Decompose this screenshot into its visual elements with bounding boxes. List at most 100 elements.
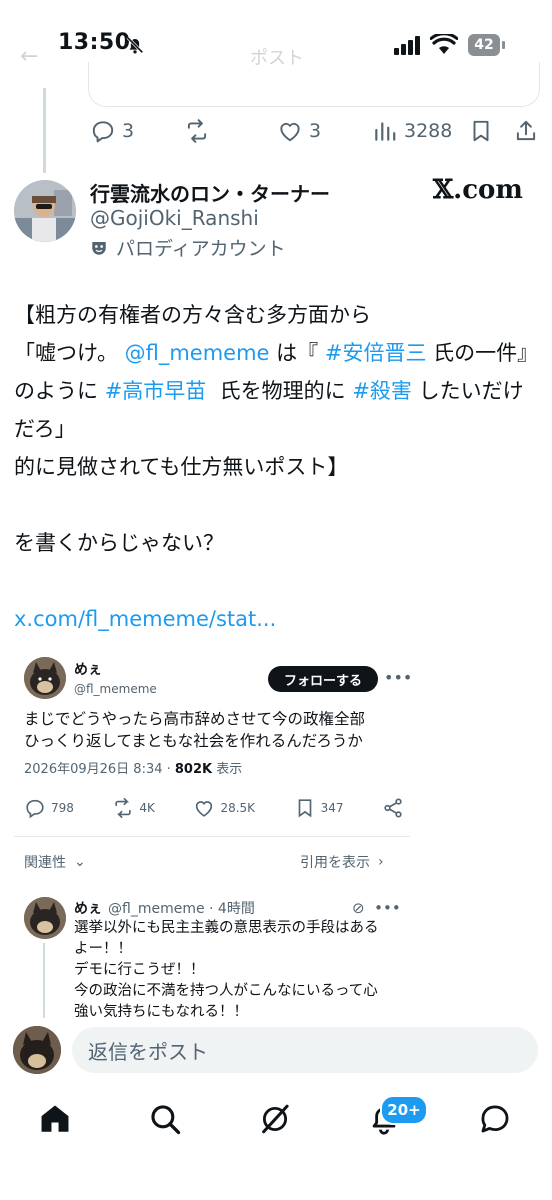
heart-icon	[196, 801, 213, 817]
repost-button[interactable]	[184, 118, 210, 144]
bookmark-button[interactable]	[468, 118, 494, 144]
repost-icon	[115, 798, 132, 818]
battery-tip	[502, 41, 505, 49]
post-text-a: 「嘘つけ。	[14, 341, 125, 365]
reply-count: 3	[122, 120, 135, 142]
quoted-bookmark-count: 347	[320, 801, 344, 815]
dog-avatar-image	[13, 1026, 61, 1074]
post-line-1: 【粗方の有権者の方々含む多方面から	[14, 303, 371, 327]
quoted-like-count: 28.5K	[220, 801, 256, 815]
nav-grok[interactable]	[258, 1102, 292, 1140]
home-indicator	[0, 1176, 552, 1200]
nav-messages[interactable]	[478, 1102, 512, 1140]
share-button[interactable]	[513, 118, 539, 144]
hashtag-link-2[interactable]: #高市早苗	[105, 379, 207, 403]
my-avatar[interactable]	[13, 1026, 61, 1074]
quoted-repost: 4K	[112, 797, 155, 819]
grok-icon	[262, 1104, 289, 1134]
chat-bubble-icon	[481, 1105, 509, 1133]
bookmark-icon	[473, 120, 489, 142]
ghost-back-arrow: ←	[20, 44, 39, 69]
like-count: 3	[309, 120, 322, 142]
views-button[interactable]: 3288	[372, 118, 452, 144]
parody-label: パロディアカウント	[90, 234, 286, 261]
search-icon	[151, 1105, 181, 1135]
quoted-reply: 798	[24, 797, 74, 819]
post-text-b: は『	[269, 341, 325, 365]
author-name[interactable]: 行雲流水のロン・ターナー	[90, 178, 330, 207]
post-url-link[interactable]: x.com/fl_mememe/stat...	[14, 607, 276, 631]
post-line-4: を書くからじゃない？	[14, 531, 224, 555]
nav-search[interactable]	[148, 1102, 182, 1140]
bookmark-icon	[298, 799, 311, 818]
previous-post-card	[88, 62, 540, 107]
bell-slash-icon	[124, 34, 146, 60]
post-text-d: 氏を物理的に	[206, 379, 353, 403]
quoted-name: めぇ	[74, 662, 102, 678]
quoted-sort: 関連性 ⌄	[24, 852, 86, 872]
quoted-views-label: 表示	[212, 762, 243, 777]
reply-button[interactable]: 3	[90, 118, 134, 144]
quoted-bookmark: 347	[294, 797, 344, 819]
quoted-thread-line	[43, 943, 45, 1018]
quoted-share	[382, 797, 404, 819]
wifi-icon	[429, 32, 459, 60]
reply-icon	[26, 799, 44, 819]
home-icon	[41, 1105, 69, 1132]
heart-icon	[280, 122, 300, 142]
previous-post-actions: 3 3 3288	[0, 114, 552, 150]
share-nodes-icon	[384, 798, 402, 818]
post-body: 【粗方の有権者の方々含む多方面から 「嘘つけ。 @fl_mememe は『 #安…	[14, 296, 534, 638]
author-handle[interactable]: @GojiOki_Ranshi	[90, 206, 259, 230]
repost-icon	[187, 119, 207, 143]
signal-icon	[394, 35, 422, 59]
notification-badge: 20+	[380, 1095, 428, 1125]
views-icon	[375, 122, 396, 141]
more-icon: •••	[374, 899, 401, 917]
quoted-text: まじでどうやったら高市辞めさせて今の政権全部 ひっくり返してまともな社会を作れる…	[24, 710, 366, 750]
quoted-views: 802K	[174, 762, 213, 777]
quoted-meta: 2026年09月26日 8:34 · 802K 表示	[24, 758, 242, 777]
quoted-like: 28.5K	[193, 797, 255, 819]
quoted-reply-header: めぇ @fl_mememe · 4時間	[74, 898, 255, 918]
more-icon: •••	[384, 668, 413, 687]
like-button[interactable]: 3	[277, 118, 321, 144]
quoted-divider	[14, 836, 410, 837]
quoted-reply-handle: @fl_mememe · 4時間	[108, 901, 255, 917]
share-icon	[516, 120, 536, 141]
chevron-down-icon: ⌄	[74, 854, 86, 870]
quoted-repost-count: 4K	[139, 801, 155, 815]
status-time: 13:50	[58, 30, 131, 55]
quoted-reply-text: 選挙以外にも民主主義の意思表示の手段はある よー！！ デモに行こうぜ！！ 今の政…	[74, 920, 379, 1020]
quoted-handle: @fl_mememe	[74, 682, 157, 696]
quoted-reply-avatar	[24, 897, 66, 939]
chevron-right-icon: ›	[378, 854, 384, 870]
reply-input[interactable]: 返信をポスト	[72, 1027, 538, 1073]
author-avatar[interactable]	[14, 180, 76, 242]
post-line-3: 的に見做されても仕方無いポスト】	[14, 455, 349, 479]
author-avatar-image	[14, 180, 76, 242]
follow-button: フォローする	[268, 666, 378, 692]
nav-home[interactable]	[38, 1102, 72, 1140]
quoted-reply-name: めぇ	[74, 901, 102, 917]
view-quotes-label: 引用を表示	[300, 855, 370, 871]
mention-link[interactable]: @fl_mememe	[125, 341, 270, 365]
sort-label: 関連性	[24, 855, 66, 871]
quoted-reply-count: 798	[51, 801, 74, 815]
grok-icon: ⊘	[352, 899, 365, 917]
dog-avatar-image	[24, 897, 66, 939]
quoted-avatar	[24, 657, 66, 699]
parody-text: パロディアカウント	[116, 238, 286, 260]
quoted-actions: 798 4K 28.5K 347	[24, 795, 404, 821]
reply-icon	[92, 121, 114, 143]
views-count: 3288	[404, 120, 453, 142]
dog-avatar-image	[24, 657, 66, 699]
battery-icon: 42	[468, 34, 500, 56]
quoted-view-quotes: 引用を表示 ›	[300, 852, 384, 872]
quoted-timestamp: 2026年09月26日 8:34 ·	[24, 762, 175, 777]
mask-icon	[92, 241, 106, 255]
hashtag-link-1[interactable]: #安倍晋三	[325, 341, 427, 365]
x-watermark-logo: 𝕏.com	[433, 175, 523, 205]
hashtag-link-3[interactable]: #殺害	[352, 379, 412, 403]
quoted-reply-icons: ⊘ •••	[352, 899, 401, 917]
